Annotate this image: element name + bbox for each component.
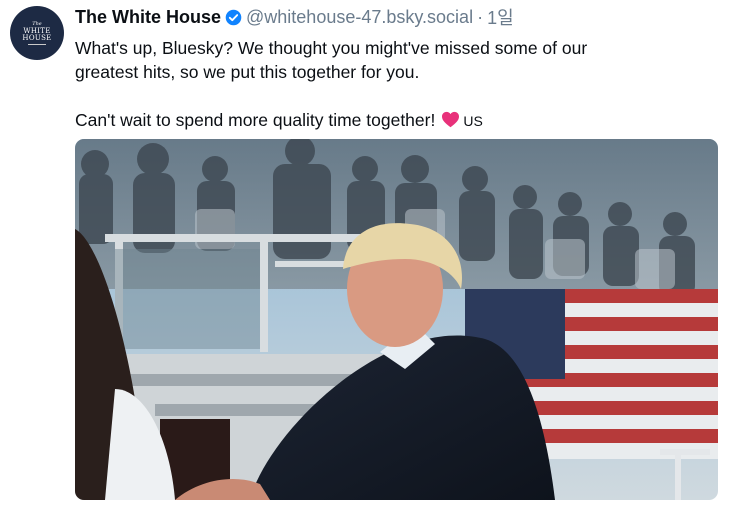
post-card[interactable]: The WHITE HOUSE The White House @whiteho…: [0, 0, 732, 507]
display-name[interactable]: The White House: [75, 7, 221, 28]
avatar-text-the: The: [32, 20, 42, 27]
post-text-line-3: Can't wait to spend more quality time to…: [75, 110, 436, 130]
avatar[interactable]: The WHITE HOUSE: [10, 6, 64, 60]
header-separator: ·: [477, 6, 484, 27]
post-image[interactable]: [75, 139, 718, 500]
post-content: The White House @whitehouse-47.bsky.soci…: [75, 4, 720, 133]
avatar-rule: [28, 43, 46, 45]
post-header: The White House @whitehouse-47.bsky.soci…: [75, 4, 720, 30]
avatar-text-house: HOUSE: [22, 33, 52, 42]
post-text: What's up, Bluesky? We thought you might…: [75, 36, 720, 133]
post-text-line-1: What's up, Bluesky? We thought you might…: [75, 38, 588, 58]
verified-check-icon: [225, 9, 242, 26]
flag-text: US: [463, 113, 483, 129]
post-timestamp[interactable]: 1일: [487, 4, 514, 30]
post-text-paragraph-2: Can't wait to spend more quality time to…: [75, 108, 720, 133]
author-handle[interactable]: @whitehouse-47.bsky.social: [246, 7, 473, 28]
heart-icon: [441, 110, 460, 128]
post-text-line-2: greatest hits, so we put this together f…: [75, 62, 420, 82]
